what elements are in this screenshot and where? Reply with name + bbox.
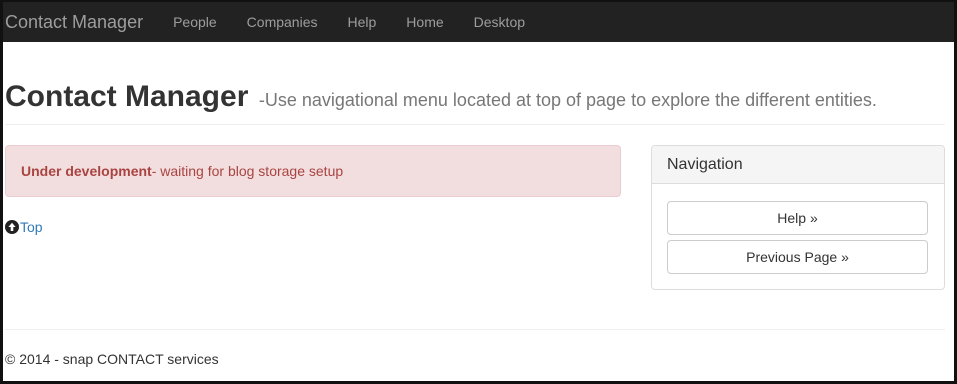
footer-copyright: © 2014 - snap CONTACT services — [5, 351, 219, 367]
header-divider — [5, 124, 945, 125]
top-link-label: Top — [20, 219, 43, 235]
top-navbar: Contact Manager People Companies Help Ho… — [3, 2, 954, 42]
nav-link-companies[interactable]: Companies — [247, 14, 318, 30]
navbar-brand[interactable]: Contact Manager — [3, 12, 143, 33]
nav-link-people[interactable]: People — [173, 14, 217, 30]
browser-viewport: Contact Manager People Companies Help Ho… — [0, 0, 957, 384]
page-title: Contact Manager — [5, 80, 249, 113]
alert-message: - waiting for blog storage setup — [151, 163, 344, 179]
page-header: Contact Manager -Use navigational menu l… — [5, 80, 945, 114]
page-subtitle: -Use navigational menu located at top of… — [258, 90, 877, 110]
nav-link-home[interactable]: Home — [406, 14, 443, 30]
nav-link-help[interactable]: Help — [348, 14, 377, 30]
navigation-panel-heading: Navigation — [652, 146, 944, 184]
top-link[interactable]: Top — [5, 219, 43, 235]
previous-page-button[interactable]: Previous Page » — [667, 240, 928, 274]
footer-divider — [5, 329, 945, 330]
under-development-alert: Under development- waiting for blog stor… — [5, 145, 621, 197]
nav-link-desktop[interactable]: Desktop — [474, 14, 525, 30]
circle-arrow-up-icon — [5, 220, 19, 234]
alert-strong-text: Under development — [21, 163, 152, 179]
navigation-panel: Navigation Help » Previous Page » — [651, 145, 945, 290]
help-button[interactable]: Help » — [667, 201, 928, 235]
